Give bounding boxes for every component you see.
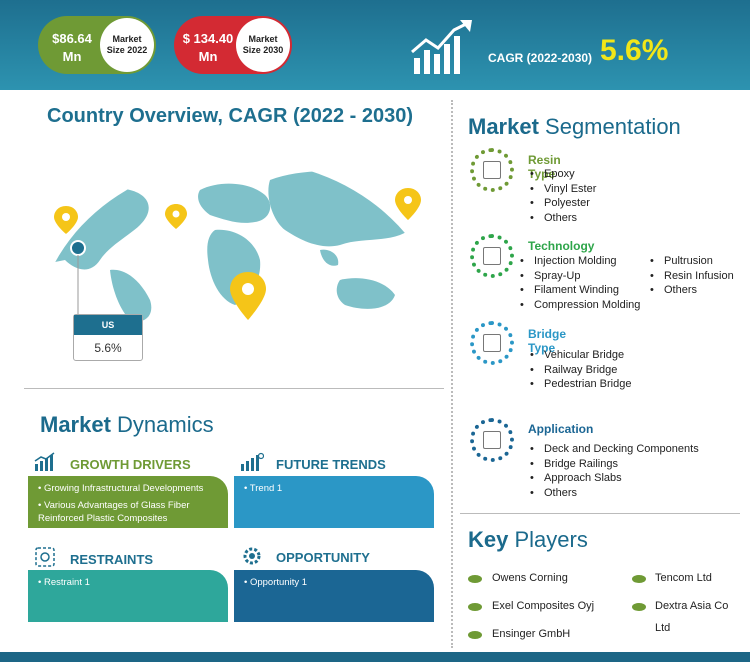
- location-pin-icon: [165, 204, 187, 229]
- column-divider: [451, 100, 453, 648]
- world-map-globe: [40, 160, 423, 322]
- restraint-icon: [35, 547, 55, 567]
- technology-list-left: Injection Molding Spray-Up Filament Wind…: [520, 254, 640, 312]
- growth-chart-icon: [411, 20, 472, 74]
- document-chart-icon: [470, 148, 514, 192]
- bullet-icon: [632, 575, 646, 583]
- restraints-card: Restraint 1: [28, 570, 228, 622]
- bullet-icon: [468, 631, 482, 639]
- market-size-2022-value: $86.64 Mn: [52, 31, 92, 64]
- future-trend-item: Trend 1: [244, 482, 424, 495]
- document-chart-icon: [470, 321, 514, 365]
- trend-bars-icon: [241, 452, 264, 471]
- document-chart-icon: [470, 234, 514, 278]
- restraints-title: RESTRAINTS: [70, 552, 154, 567]
- market-segmentation-title: Market Segmentation: [468, 114, 681, 139]
- key-players-title: Key Players: [468, 527, 588, 552]
- segment-title: Technology: [528, 239, 595, 253]
- key-player: Exel Composites Oyj: [492, 600, 595, 612]
- growth-drivers-title: GROWTH DRIVERS: [70, 457, 191, 472]
- application-list: Deck and Decking Components Bridge Raili…: [530, 442, 699, 500]
- bullet-icon: [632, 603, 646, 611]
- bullet-icon: [468, 575, 482, 583]
- country-overview-title: Country Overview, CAGR (2022 - 2030): [47, 105, 414, 127]
- future-trends-card: Trend 1: [234, 476, 434, 528]
- bridge-type-list: Vehicular Bridge Railway Bridge Pedestri…: [530, 348, 631, 392]
- location-pin-icon: [230, 272, 266, 320]
- market-size-2030-label: Market Size 2030: [236, 18, 290, 72]
- key-player: Dextra Asia Co: [655, 600, 729, 612]
- growth-drivers-card: Growing Infrastructural Developments Var…: [28, 476, 228, 528]
- market-size-2030-pill: $ 134.40 Mn Market Size 2030: [174, 16, 292, 74]
- market-size-2022-label: Market Size 2022: [100, 18, 154, 72]
- market-size-2022-pill: $86.64 Mn Market Size 2022: [38, 16, 156, 74]
- technology-list-right: Pultrusion Resin Infusion Others: [650, 254, 734, 298]
- header-banner: $86.64 Mn Market Size 2022 $ 134.40 Mn M…: [0, 0, 750, 90]
- resin-type-list: Epoxy Vinyl Ester Polyester Others: [530, 167, 596, 225]
- key-player-continued: Ltd: [655, 622, 671, 634]
- opportunity-card: Opportunity 1: [234, 570, 434, 622]
- cagr-label: CAGR (2022-2030): [488, 51, 593, 65]
- location-pin-icon: [395, 188, 421, 220]
- growth-driver-item: Growing Infrastructural Developments: [38, 482, 218, 495]
- future-trends-title: FUTURE TRENDS: [276, 457, 386, 472]
- market-dynamics-title: Market Dynamics: [40, 412, 214, 437]
- opportunity-item: Opportunity 1: [244, 576, 424, 589]
- document-chart-icon: [470, 418, 514, 462]
- market-size-2030-value: $ 134.40 Mn: [182, 31, 234, 64]
- bullet-icon: [468, 603, 482, 611]
- key-player: Ensinger GmbH: [492, 628, 571, 640]
- us-callout: US 5.6%: [73, 314, 143, 361]
- us-marker: [70, 240, 86, 256]
- section-divider: [460, 513, 740, 514]
- gear-icon: [243, 547, 261, 565]
- segment-title: Application: [528, 422, 594, 436]
- opportunity-title: OPPORTUNITY: [276, 550, 370, 565]
- us-label: US: [74, 315, 142, 335]
- us-cagr-value: 5.6%: [94, 341, 122, 355]
- footer-bar: [0, 652, 750, 662]
- section-divider: [24, 388, 444, 389]
- cagr-value: 5.6%: [600, 34, 669, 67]
- key-player: Tencom Ltd: [655, 572, 712, 584]
- growth-driver-item: Various Advantages of Glass Fiber Reinfo…: [38, 499, 218, 525]
- growth-bars-icon: [34, 452, 55, 471]
- key-player: Owens Corning: [492, 572, 568, 584]
- location-pin-icon: [54, 206, 78, 234]
- restraint-item: Restraint 1: [38, 576, 218, 589]
